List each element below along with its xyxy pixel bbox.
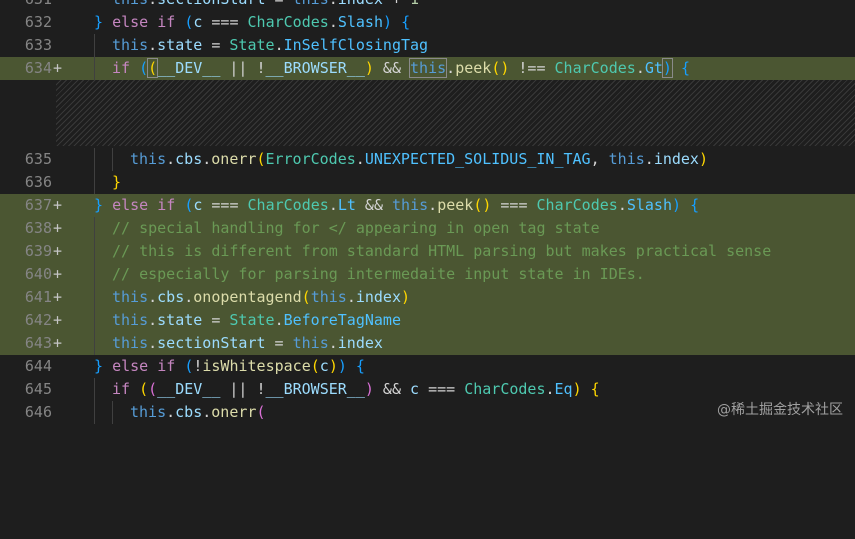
code-line-added: 637 + } else if (c === CharCodes.Lt && t… (0, 194, 855, 217)
diff-placeholder-hatch (56, 80, 855, 146)
code-line: 635 this.cbs.onerr(ErrorCodes.UNEXPECTED… (0, 148, 855, 171)
line-number: 644 (24, 357, 52, 375)
added-marker: + (53, 311, 63, 329)
code-line-added: 638 + // special handling for </ appeari… (0, 217, 855, 240)
code-line: 644 } else if (!isWhitespace(c)) { (0, 355, 855, 378)
code-text: this.state = State.InSelfClosingTag (112, 36, 429, 54)
line-number: 638 (24, 219, 52, 237)
line-number: 635 (24, 150, 52, 168)
code-text: this.cbs.onerr( (130, 403, 266, 421)
line-number: 633 (24, 36, 52, 54)
added-marker: + (53, 242, 63, 260)
code-editor[interactable]: 631 this.sectionStart = this.index + 1 6… (0, 0, 855, 427)
code-text: this.cbs.onerr(ErrorCodes.UNEXPECTED_SOL… (130, 150, 708, 168)
code-line: 632 } else if (c === CharCodes.Slash) { (0, 11, 855, 34)
code-line: 645 if ((__DEV__ || !__BROWSER__) && c =… (0, 378, 855, 401)
comment-text: // this is different from standard HTML … (112, 242, 772, 260)
line-number: 631 (0, 0, 52, 11)
code-text: if ((__DEV__ || !__BROWSER__) && c === C… (112, 380, 600, 398)
line-number: 643 (24, 334, 52, 352)
diff-gutter-blank (0, 80, 56, 146)
code-text: this.sectionStart = this.index (112, 334, 383, 352)
code-line-added: 642 + this.state = State.BeforeTagName (0, 309, 855, 332)
added-marker: + (53, 196, 63, 214)
code-line-added: 640 + // especially for parsing intermed… (0, 263, 855, 286)
code-text: } else if (c === CharCodes.Slash) { (94, 13, 411, 31)
code-line: 633 this.state = State.InSelfClosingTag (0, 34, 855, 57)
line-number: 641 (24, 288, 52, 306)
code-text: this.sectionStart = this.index + 1 (112, 0, 419, 11)
line-number: 640 (24, 265, 52, 283)
code-text: this.state = State.BeforeTagName (112, 311, 401, 329)
added-marker: + (53, 59, 63, 77)
line-number: 636 (24, 173, 52, 191)
code-line-added: 641 + this.cbs.onopentagend(this.index) (0, 286, 855, 309)
code-line: 636 } (0, 171, 855, 194)
code-text: this.cbs.onopentagend(this.index) (112, 288, 411, 306)
code-text: } else if (c === CharCodes.Lt && this.pe… (94, 196, 700, 214)
added-marker: + (53, 265, 63, 283)
line-number: 639 (24, 242, 52, 260)
line-number: 646 (24, 403, 52, 421)
code-text: if ((__DEV__ || !__BROWSER__) && this.pe… (112, 58, 690, 78)
code-line-added: 639 + // this is different from standard… (0, 240, 855, 263)
code-line-added: 643 + this.sectionStart = this.index (0, 332, 855, 355)
added-marker: + (53, 219, 63, 237)
comment-text: // especially for parsing intermedaite i… (112, 265, 645, 283)
line-number: 634 (24, 59, 52, 77)
code-line-added: 634 + if ((__DEV__ || !__BROWSER__) && t… (0, 57, 855, 80)
watermark: @稀土掘金技术社区 (717, 402, 843, 418)
code-text: } else if (!isWhitespace(c)) { (94, 357, 365, 375)
comment-text: // special handling for </ appearing in … (112, 219, 600, 237)
code-line: 631 this.sectionStart = this.index + 1 (0, 0, 855, 11)
line-number: 637 (24, 196, 52, 214)
code-text: } (112, 173, 122, 191)
line-number: 645 (24, 380, 52, 398)
line-number: 632 (24, 13, 52, 31)
added-marker: + (53, 334, 63, 352)
line-number: 642 (24, 311, 52, 329)
added-marker: + (53, 288, 63, 306)
